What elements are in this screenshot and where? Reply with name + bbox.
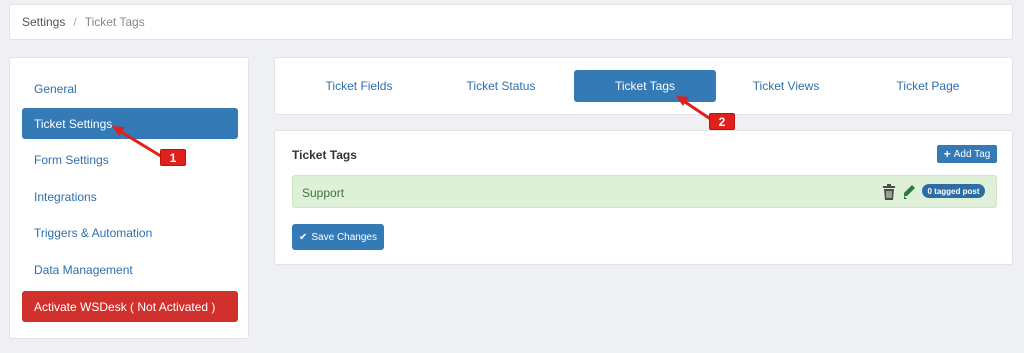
annotation-marker-1: 1: [160, 149, 186, 166]
sidebar-item-ticket-settings[interactable]: Ticket Settings: [22, 108, 238, 139]
add-tag-button[interactable]: + Add Tag: [937, 145, 997, 163]
sidebar-item-form-settings[interactable]: Form Settings: [22, 144, 238, 175]
save-changes-label: Save Changes: [311, 231, 377, 243]
save-changes-button[interactable]: ✔ Save Changes: [292, 224, 384, 250]
breadcrumb: Settings / Ticket Tags: [9, 4, 1013, 40]
breadcrumb-current: Ticket Tags: [84, 15, 145, 29]
tab-ticket-page[interactable]: Ticket Page: [872, 70, 984, 102]
tag-row: Support 0 tagged post: [292, 175, 997, 208]
tab-ticket-fields[interactable]: Ticket Fields: [303, 70, 415, 102]
panel-title: Ticket Tags: [292, 148, 357, 162]
add-tag-label: Add Tag: [953, 148, 991, 160]
ticket-tags-panel: Ticket Tags + Add Tag Support 0 tagged p…: [274, 130, 1013, 265]
sidebar-item-integrations[interactable]: Integrations: [22, 181, 238, 212]
ticket-settings-tabs: Ticket Fields Ticket Status Ticket Tags …: [274, 57, 1013, 115]
sidebar-item-general[interactable]: General: [22, 73, 238, 104]
trash-icon[interactable]: [882, 184, 896, 200]
settings-sidebar: General Ticket Settings Form Settings In…: [9, 57, 249, 339]
activate-wsdesk-button[interactable]: Activate WSDesk ( Not Activated ): [22, 291, 238, 322]
sidebar-item-triggers-automation[interactable]: Triggers & Automation: [22, 217, 238, 248]
tag-name: Support: [302, 186, 345, 200]
breadcrumb-settings-link[interactable]: Settings: [22, 15, 65, 29]
tab-ticket-views[interactable]: Ticket Views: [730, 70, 842, 102]
tagged-post-count-badge: 0 tagged post: [922, 184, 985, 198]
breadcrumb-separator: /: [73, 15, 77, 29]
tab-ticket-status[interactable]: Ticket Status: [445, 70, 557, 102]
sidebar-item-data-management[interactable]: Data Management: [22, 254, 238, 285]
plus-icon: +: [943, 147, 951, 161]
pencil-icon[interactable]: [902, 184, 916, 200]
tab-ticket-tags[interactable]: Ticket Tags: [574, 70, 716, 102]
checkmark-icon: ✔: [299, 231, 308, 243]
annotation-marker-2: 2: [709, 113, 735, 130]
